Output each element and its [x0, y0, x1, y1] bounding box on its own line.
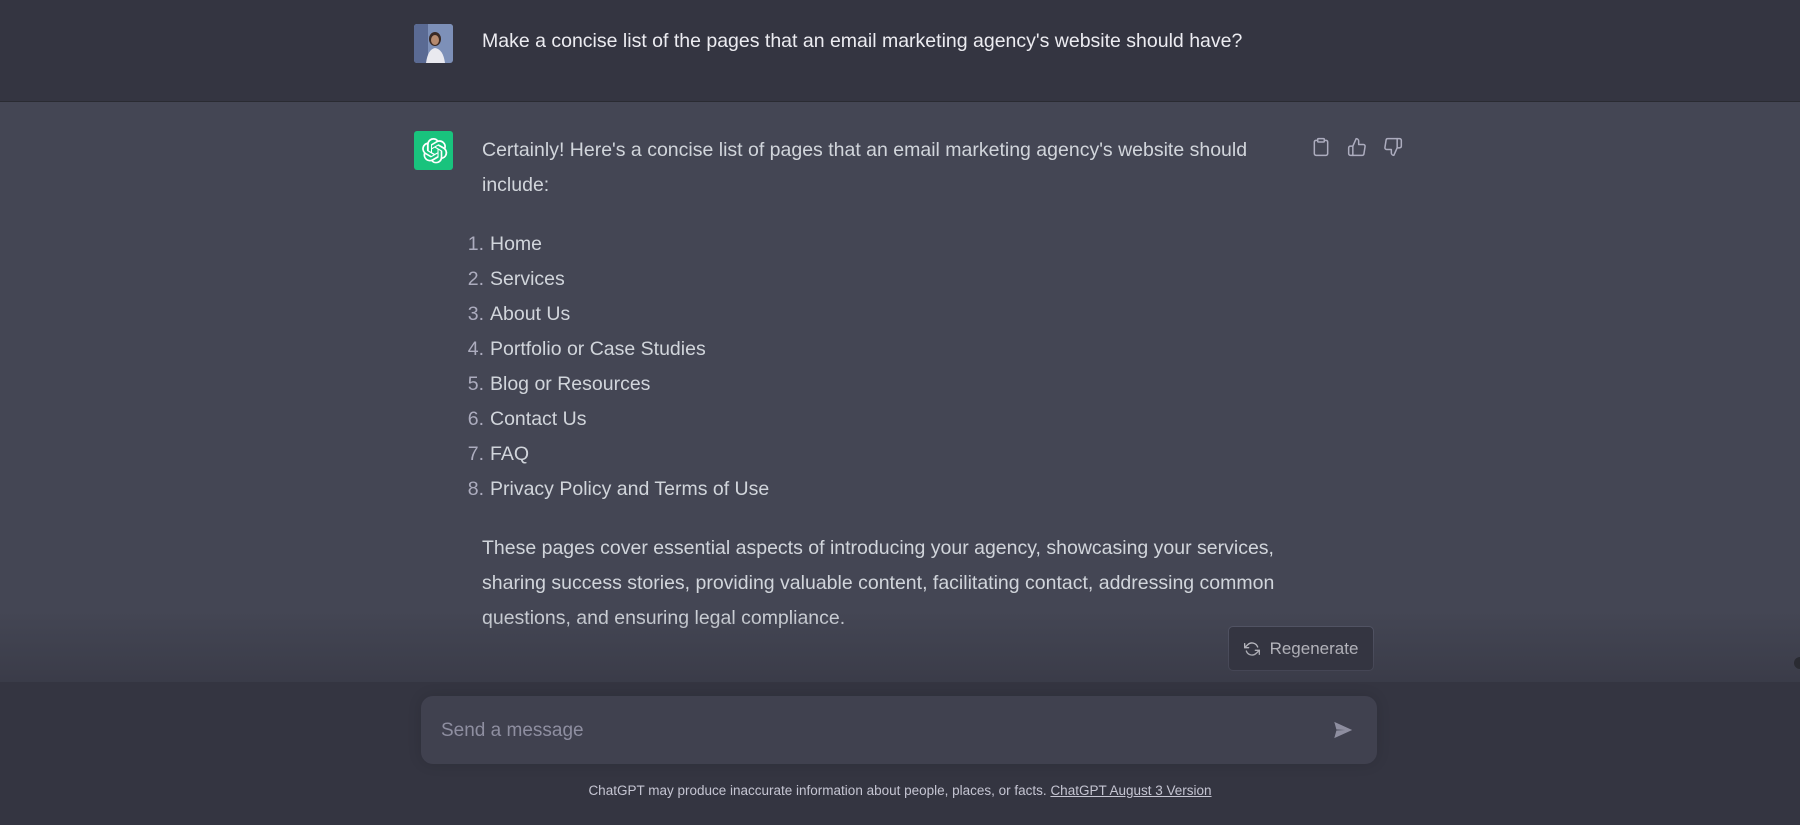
- list-item: 6. Contact Us: [467, 408, 587, 430]
- user-message-text: Make a concise list of the pages that an…: [482, 30, 1243, 52]
- list-item: 5. Blog or Resources: [467, 373, 651, 395]
- chatgpt-logo-icon: [414, 131, 453, 170]
- regenerate-button[interactable]: Regenerate: [1228, 626, 1374, 671]
- answer-outro: These pages cover essential aspects of i…: [482, 537, 1275, 629]
- message-composer: [421, 696, 1377, 766]
- refresh-icon: [1243, 641, 1260, 656]
- send-button[interactable]: [1331, 718, 1355, 742]
- assistant-message-row: Certainly! Here's a concise list of page…: [0, 102, 1800, 682]
- composer-area: ChatGPT may produce inaccurate informati…: [0, 682, 1800, 825]
- send-icon: [1334, 721, 1353, 739]
- regenerate-label: Regenerate: [1269, 638, 1359, 658]
- list-item: 3. About Us: [467, 303, 571, 325]
- thumbs-up-icon: [1347, 137, 1366, 157]
- thumbs-up-button[interactable]: [1346, 136, 1368, 158]
- list-item: 7. FAQ: [467, 443, 530, 465]
- user-photo-icon: [414, 24, 453, 63]
- user-message-row: Make a concise list of the pages that an…: [0, 0, 1800, 102]
- thumbs-down-button[interactable]: [1382, 136, 1404, 158]
- disclaimer-text: ChatGPT may produce inaccurate informati…: [588, 783, 1051, 798]
- version-link[interactable]: ChatGPT August 3 Version: [1050, 783, 1211, 798]
- user-avatar: [414, 24, 453, 63]
- assistant-answer: Certainly! Here's a concise list of page…: [467, 133, 1302, 636]
- footer-disclaimer: ChatGPT may produce inaccurate informati…: [0, 783, 1800, 798]
- list-item: 2. Services: [467, 268, 565, 290]
- pages-list: 1. Home 2. Services 3. About Us 4. Portfolio…: [467, 227, 1302, 507]
- chat-page: Make a concise list of the pages that an…: [0, 0, 1800, 825]
- thumbs-down-icon: [1384, 137, 1403, 157]
- answer-intro: Certainly! Here's a concise list of page…: [482, 139, 1248, 196]
- clipboard-icon: [1313, 137, 1329, 157]
- scroll-to-bottom-button[interactable]: [1794, 657, 1800, 669]
- list-item: 4. Portfolio or Case Studies: [467, 338, 706, 360]
- message-input[interactable]: [439, 696, 1303, 766]
- list-item: 1. Home: [467, 233, 543, 255]
- list-item: 8. Privacy Policy and Terms of Use: [467, 478, 770, 500]
- message-actions: [1310, 136, 1404, 158]
- copy-button[interactable]: [1310, 136, 1332, 158]
